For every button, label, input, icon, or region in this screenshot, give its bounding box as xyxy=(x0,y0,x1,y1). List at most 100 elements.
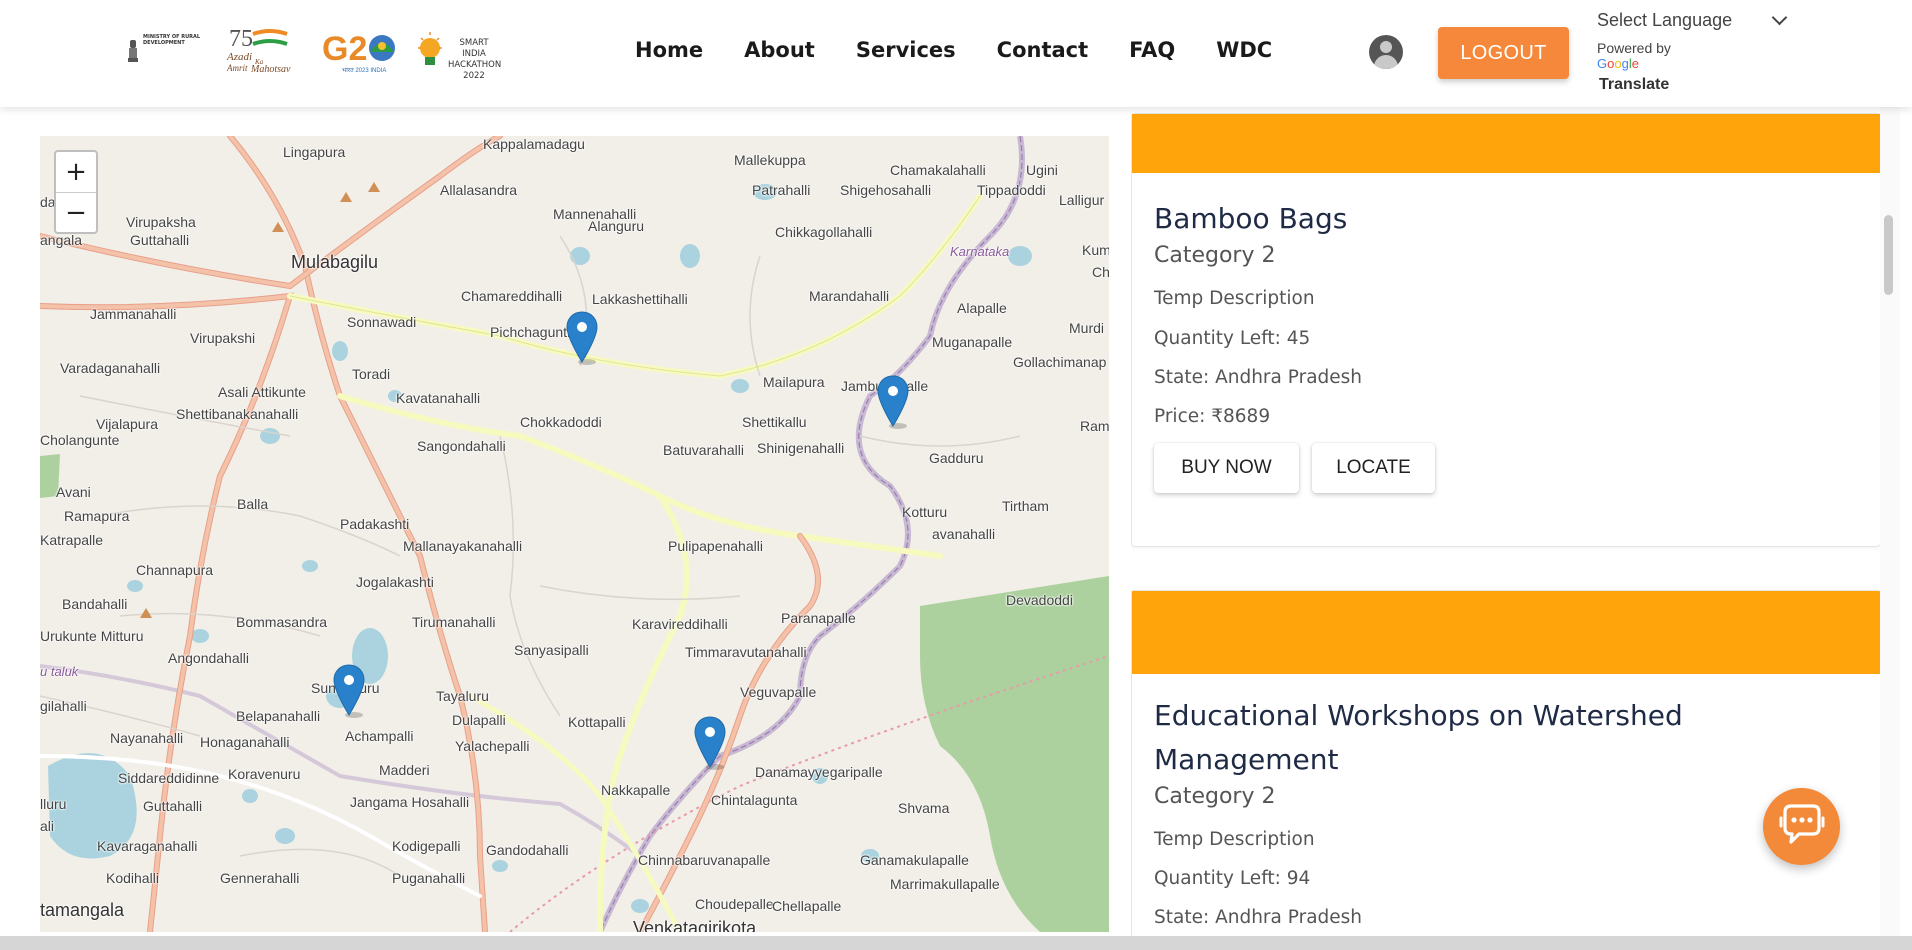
product-state: State: Andhra Pradesh xyxy=(1154,367,1363,388)
map-place-label: Belapanahalli xyxy=(236,708,321,724)
zoom-in-button[interactable]: + xyxy=(56,152,96,193)
g20-logo-graphic: G2 भारत 2023 INDIA xyxy=(322,30,395,74)
map-place-label: Batuvarahalli xyxy=(663,442,744,458)
google-wordmark: Google xyxy=(1597,56,1797,72)
locate-button[interactable]: LOCATE xyxy=(1312,443,1435,493)
map-place-label: ali xyxy=(40,818,55,834)
map-place-label: Nayanahalli xyxy=(110,730,184,746)
g20-logo[interactable]: G2 भारत 2023 INDIA xyxy=(320,24,405,84)
map-place-label: Kappalamadagu xyxy=(483,136,585,152)
map-place-label: Guttahalli xyxy=(143,798,203,814)
map-place-label: Shinigenahalli xyxy=(757,440,845,456)
azadi-ka-amrit-mahotsav-logo[interactable]: 75 Azadi Ka Amrit Mahotsav xyxy=(225,24,305,84)
map-place-label: Alapalle xyxy=(957,300,1007,316)
google-letter: o xyxy=(1614,56,1622,71)
map-place-label: Chinnabaruvanapalle xyxy=(638,852,771,868)
zoom-out-button[interactable]: − xyxy=(56,193,96,233)
product-title: Educational Workshops on Watershed Manag… xyxy=(1154,699,1683,776)
nav-services[interactable]: Services xyxy=(856,38,956,68)
svg-text:Amrit: Amrit xyxy=(226,63,248,73)
map-place-label: Tayaluru xyxy=(436,688,489,704)
map-place-label: Urukunte Mitturu xyxy=(40,628,144,644)
map-place-label: Toradi xyxy=(352,366,391,382)
chat-support-icon[interactable] xyxy=(1763,788,1840,865)
map-place-label: Chellapalle xyxy=(772,898,842,914)
translate-link[interactable]: Translate xyxy=(1599,76,1797,94)
product-price: Price: ₹8689 xyxy=(1154,406,1271,427)
map-place-label: Balla xyxy=(237,496,269,512)
main-nav: Home About Services Contact FAQ WDC xyxy=(635,38,1313,68)
nav-about[interactable]: About xyxy=(744,38,815,68)
map-marker-icon[interactable] xyxy=(876,374,910,430)
nav-contact[interactable]: Contact xyxy=(997,38,1089,68)
ministry-logo-text: MINISTRY OF RURAL DEVELOPMENT xyxy=(143,34,201,46)
map-place-label: Jangama Hosahalli xyxy=(350,794,470,810)
nav-wdc[interactable]: WDC xyxy=(1216,38,1272,68)
map-place-label: avanahalli xyxy=(932,526,996,542)
map-place-label: Tirtham xyxy=(1002,498,1049,514)
smart-india-hackathon-logo[interactable]: SMART INDIA HACKATHON 2022 xyxy=(415,24,501,84)
map-place-label: Avani xyxy=(56,484,91,500)
scrollbar-thumb[interactable] xyxy=(1884,215,1893,295)
map-place-label: Veguvapalle xyxy=(740,684,817,700)
map-place-label: Karavireddihalli xyxy=(632,616,728,632)
map-place-label: Virupaksha xyxy=(126,214,196,230)
national-emblem-icon xyxy=(128,40,138,62)
map-place-label: Chikkagollahalli xyxy=(775,224,873,240)
map-place-label: Kodihalli xyxy=(106,870,159,886)
map-place-label: Devadoddi xyxy=(1006,592,1073,608)
map-marker-icon[interactable] xyxy=(332,663,366,719)
site-header: MINISTRY OF RURAL DEVELOPMENT 75 Azadi K… xyxy=(0,0,1912,107)
map-place-label: Vijalapura xyxy=(96,416,159,432)
vertical-scrollbar[interactable] xyxy=(1880,107,1900,937)
language-select-label: Select Language xyxy=(1597,9,1733,30)
map-place-label: Allalasandra xyxy=(440,182,518,198)
azadi-logo-graphic: 75 Azadi Ka Amrit Mahotsav xyxy=(226,26,291,75)
map-place-label: Shettibanakanahalli xyxy=(176,406,299,422)
nav-home[interactable]: Home xyxy=(635,38,703,68)
google-letter: e xyxy=(1631,56,1639,71)
map-place-label: Gadduru xyxy=(929,450,984,466)
powered-by-label: Powered by xyxy=(1597,40,1671,56)
product-card: Educational Workshops on Watershed Manag… xyxy=(1131,590,1880,950)
map-place-label: Koravenuru xyxy=(228,766,301,782)
google-letter: g xyxy=(1621,56,1629,71)
map-place-label: Cholangunte xyxy=(40,432,120,448)
map-place-label: angala xyxy=(40,232,83,248)
map-place-label: Timmaravutanahalli xyxy=(685,644,807,660)
map-place-label: Shvama xyxy=(898,800,950,816)
map-marker-icon[interactable] xyxy=(693,715,727,771)
map-place-label: tamangala xyxy=(40,900,125,920)
horizontal-scrollbar[interactable] xyxy=(0,936,1912,950)
map-place-label: Chamakalahalli xyxy=(890,162,986,178)
sih-logo-text: SMART INDIA HACKATHON 2022 xyxy=(448,38,501,82)
map-place-label: lluru xyxy=(40,796,67,812)
map-place-label: Karnataka xyxy=(950,244,1010,259)
map-place-label: Patrahalli xyxy=(752,182,811,198)
map-place-label: Ram xyxy=(1080,418,1109,434)
ministry-rural-development-logo[interactable]: MINISTRY OF RURAL DEVELOPMENT xyxy=(125,24,207,84)
nav-faq[interactable]: FAQ xyxy=(1129,38,1175,68)
user-avatar-icon[interactable] xyxy=(1369,35,1403,69)
logout-button[interactable]: LOGOUT xyxy=(1438,27,1569,79)
card-actions: BUY NOW LOCATE xyxy=(1154,443,1858,493)
map-place-label: Kotturu xyxy=(902,504,948,520)
map-place-label: Danamayyegaripalle xyxy=(755,764,883,780)
map-place-label: Sangondahalli xyxy=(417,438,506,454)
map-place-label: Choudepalle xyxy=(695,896,774,912)
language-select[interactable]: Select Language xyxy=(1597,6,1793,34)
map-place-label: Guttahalli xyxy=(130,232,190,248)
map-place-label: Marrimakullapalle xyxy=(890,876,1000,892)
map-place-label: Kavaraganahalli xyxy=(97,838,198,854)
map-place-label: Yalachepalli xyxy=(455,738,530,754)
product-description: Temp Description xyxy=(1154,829,1315,850)
buy-now-button[interactable]: BUY NOW xyxy=(1154,443,1299,493)
map-place-label: Mulabagilu xyxy=(291,252,379,272)
card-banner xyxy=(1132,591,1880,674)
map-marker-icon[interactable] xyxy=(565,310,599,366)
map-place-label: Varadaganahalli xyxy=(60,360,161,376)
product-quantity: Quantity Left: 94 xyxy=(1154,868,1311,889)
google-letter: G xyxy=(1597,56,1608,71)
product-state: State: Andhra Pradesh xyxy=(1154,907,1363,928)
product-location-map[interactable]: Lingapura Kappalamadagu Mallekuppa Chamakal… xyxy=(40,136,1109,932)
